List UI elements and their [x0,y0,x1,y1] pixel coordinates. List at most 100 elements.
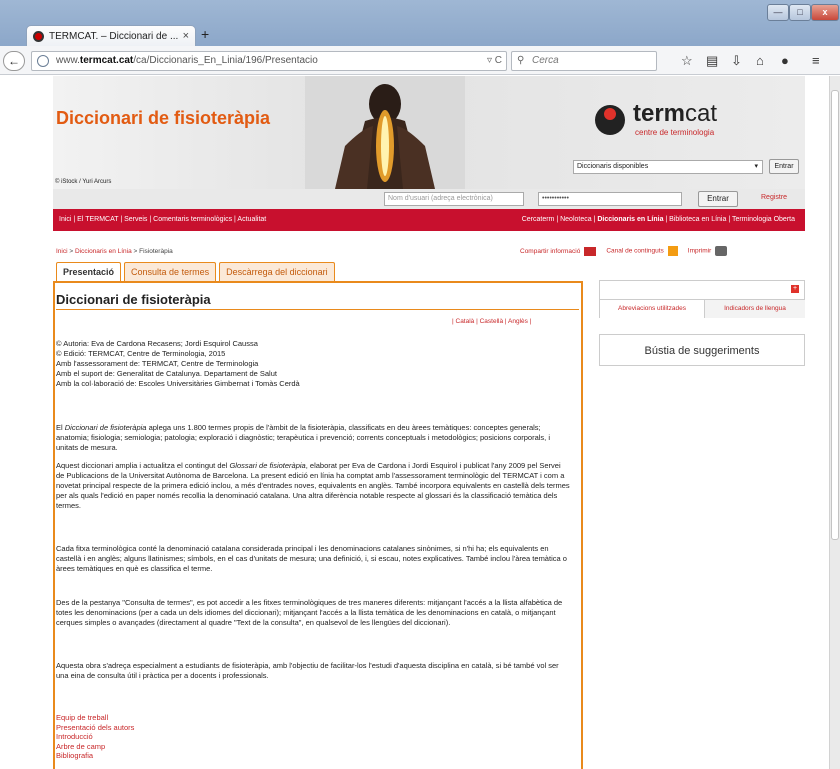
menu-item-diccionaris[interactable]: Diccionaris en Línia [597,216,663,223]
page-title: Diccionari de fisioteràpia [56,292,211,307]
title-divider [56,309,579,310]
paragraph-1: El Diccionari de fisioteràpia aplega uns… [56,423,571,453]
url-bar[interactable]: www.termcat.cat/ca/Diccionaris_En_Linia/… [31,51,507,71]
link-arbre[interactable]: Arbre de camp [56,742,134,752]
related-links: Equip de treball Presentació dels autors… [56,713,134,761]
back-button[interactable]: ← [3,51,25,71]
menu-right-links: Cercaterm | Neoloteca | Diccionaris en L… [522,209,795,231]
menu-icon[interactable]: ≡ [812,53,820,68]
p2-emphasis: Glossari de fisioteràpia [229,461,306,470]
tab-consulta[interactable]: Consulta de termes [124,262,217,281]
tab-descarrega[interactable]: Descàrrega del diccionari [219,262,335,281]
reload-icon[interactable]: ▿ C [487,52,502,70]
username-input[interactable]: Nom d'usuari (adreça electrònica) [384,192,524,206]
envelope-icon [584,246,597,256]
globe-icon [37,55,49,67]
breadcrumb: Inici > Diccionaris en Línia > Fisioterà… [56,248,173,255]
site-header: Diccionari de fisioteràpia © iStock / Yu… [53,76,805,189]
rss-icon [667,246,678,256]
tab-close-button[interactable]: × [183,30,189,42]
close-window-button[interactable]: x [811,4,839,21]
print-link[interactable]: Imprimir [687,246,728,256]
printer-icon [715,246,728,256]
dictionaries-select-value: Diccionaris disponibles [577,163,649,170]
favicon-icon [33,30,44,42]
link-equip[interactable]: Equip de treball [56,713,134,723]
credits-block: © Autoria: Eva de Cardona Recasens; Jord… [56,339,300,389]
p2-text-a: Aquest diccionari amplia i actualitza el… [56,461,230,470]
menu-left-links[interactable]: Inici | El TERMCAT | Serveis | Comentari… [59,209,266,231]
download-icon[interactable]: ⇩ [731,53,742,69]
link-autors[interactable]: Presentació dels autors [56,723,134,733]
main-menu: Inici | El TERMCAT | Serveis | Comentari… [53,209,805,231]
logo-mark-icon [595,105,625,135]
bookmark-star-icon[interactable]: ☆ [681,53,693,69]
paragraph-4: Des de la pestanya "Consulta de termes",… [56,598,563,627]
share-link[interactable]: Compartir informació [520,246,597,256]
new-tab-button[interactable]: + [201,26,209,42]
logo-subtitle: centre de terminologia [635,128,715,137]
paragraph-3: Cada fitxa terminològica conté la denomi… [56,544,567,573]
tab-abreviacions[interactable]: Abreviacions utilitzades [600,299,704,318]
home-icon[interactable]: ⌂ [756,53,764,68]
paragraph-5: Aquesta obra s'adreça especialment a est… [56,661,559,680]
language-links[interactable]: | Català | Castellà | Anglès | [452,318,531,325]
url-path: /ca/Diccionaris_En_Linia/196/Presentacio [133,55,318,66]
p1-text-a: El [56,423,65,432]
register-link[interactable]: Registre [761,194,787,201]
maximize-button[interactable]: □ [789,4,811,21]
content-tabs: Presentació Consulta de termes Descàrreg… [56,262,335,283]
logo-term: term [633,100,686,127]
dictionaries-select[interactable]: Diccionaris disponibles ▾ [573,160,763,174]
share-label: Compartir informació [520,247,581,255]
breadcrumb-section[interactable]: Diccionaris en Línia [75,248,132,255]
link-bibliografia[interactable]: Bibliografia [56,751,134,761]
feed-link[interactable]: Canal de continguts [606,246,678,256]
chat-icon[interactable]: ● [781,53,789,68]
browser-tab[interactable]: TERMCAT. – Diccionari de ... × [26,25,196,46]
breadcrumb-current: Fisioteràpia [139,248,173,255]
login-button[interactable]: Entrar [698,191,738,207]
page-tools: Compartir informació Canal de continguts… [520,246,728,256]
browser-navbar: ← www.termcat.cat/ca/Diccionaris_En_Lini… [0,46,840,75]
credit-line: © Edició: TERMCAT, Centre de Terminologi… [56,349,226,358]
search-input[interactable]: ⚲ Cerca [511,51,657,71]
photo-credit: © iStock / Yuri Arcurs [55,179,112,185]
tab-indicadors[interactable]: Indicadors de llengua [704,299,805,318]
sidebar-box: + Abreviacions utilitzades Indicadors de… [599,280,805,318]
tab-title: TERMCAT. – Diccionari de ... [49,30,179,42]
p1-emphasis: Diccionari de fisioteràpia [64,423,147,432]
credit-line: Amb la col·laboració de: Escoles Univers… [56,379,300,388]
minimize-button[interactable]: — [767,4,789,21]
page-scrollbar[interactable] [829,76,840,769]
url-prefix: www. [56,55,80,66]
suggestions-button[interactable]: Bústia de suggeriments [599,334,805,366]
dictionaries-go-button[interactable]: Entrar [769,159,799,174]
print-label: Imprimir [687,247,712,255]
breadcrumb-home[interactable]: Inici [56,248,68,255]
logo-cat: cat [685,100,718,127]
search-icon: ⚲ [517,55,525,66]
menu-right-c[interactable]: | Biblioteca en Línia | Terminologia Obe… [663,216,795,223]
scrollbar-thumb[interactable] [831,90,839,540]
link-introduccio[interactable]: Introducció [56,732,134,742]
url-domain: termcat.cat [79,55,134,66]
back-arrow-icon: ← [8,54,20,68]
chevron-down-icon: ▾ [754,163,758,170]
breadcrumb-sep: > [67,248,75,255]
termcat-logo[interactable]: termcat centre de terminologia [595,100,785,140]
search-placeholder: Cerca [532,55,559,66]
login-row: Nom d'usuari (adreça electrònica) ••••••… [53,189,805,209]
expand-button[interactable]: + [791,285,799,293]
bookmarks-list-icon[interactable]: ▤ [706,53,718,69]
tab-presentacio[interactable]: Presentació [56,262,122,283]
paragraph-2: Aquest diccionari amplia i actualitza el… [56,461,571,511]
dictionary-title: Diccionari de fisioteràpia [56,108,271,128]
credit-line: © Autoria: Eva de Cardona Recasens; Jord… [56,339,258,348]
feed-label: Canal de continguts [606,247,664,255]
menu-right-a[interactable]: Cercaterm | Neoloteca | [522,216,598,223]
credit-line: Amb l'assessorament de: TERMCAT, Centre … [56,359,259,368]
password-input[interactable]: ••••••••••• [538,192,682,206]
browser-titlebar: TERMCAT. – Diccionari de ... × + — □ x [0,0,840,46]
credit-line: Amb el suport de: Generalitat de Catalun… [56,369,277,378]
